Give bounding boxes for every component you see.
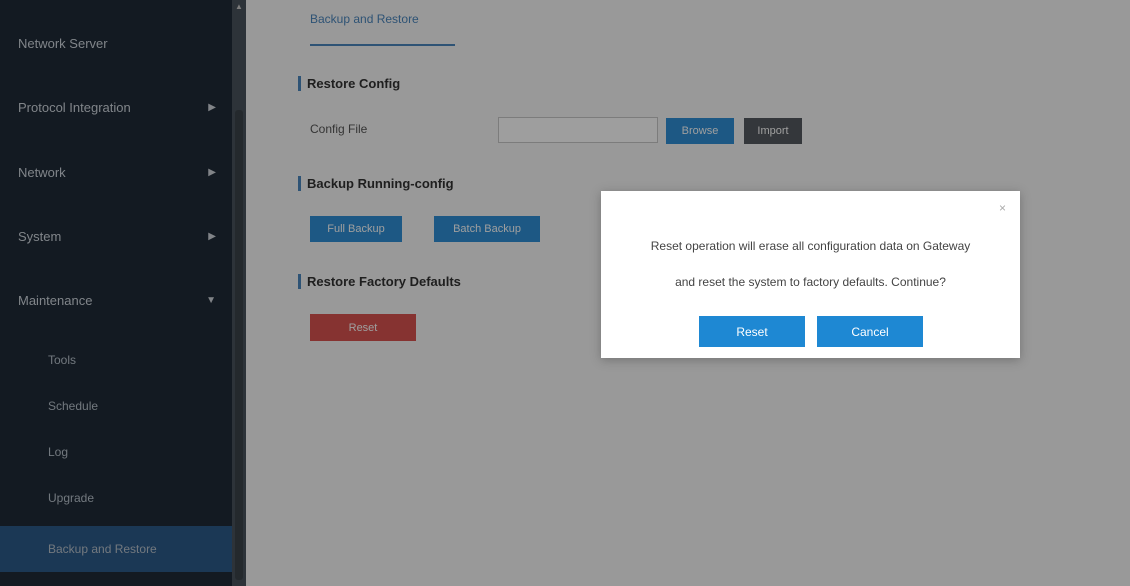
- dialog-message-line-1: Reset operation will erase all configura…: [650, 239, 971, 253]
- dialog-cancel-button[interactable]: Cancel: [817, 316, 923, 347]
- dialog-message-line-2: and reset the system to factory defaults…: [675, 275, 946, 289]
- reset-confirm-dialog: × Reset operation will erase all configu…: [601, 191, 1020, 358]
- dialog-reset-button[interactable]: Reset: [699, 316, 805, 347]
- close-icon[interactable]: ×: [999, 201, 1006, 215]
